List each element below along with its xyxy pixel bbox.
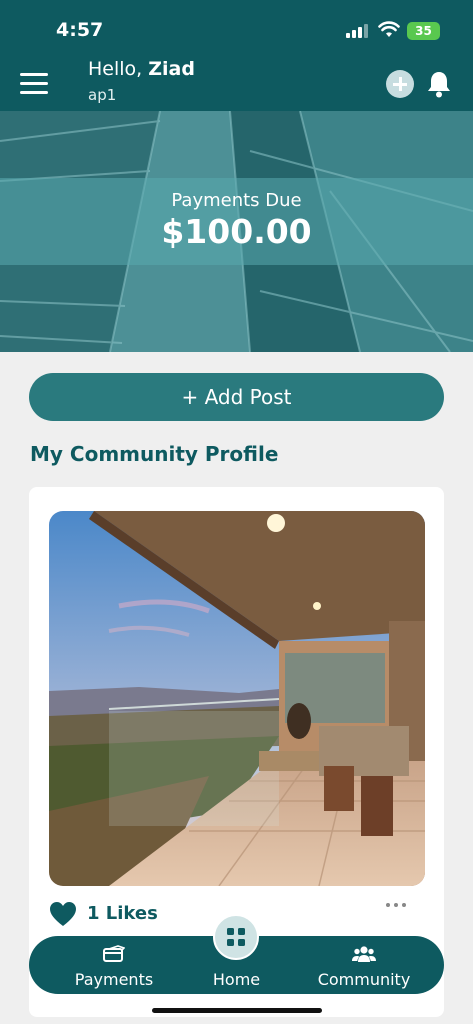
post-photo[interactable]: [49, 511, 425, 886]
payments-due-amount: $100.00: [161, 212, 312, 251]
likes-count: 1 Likes: [87, 903, 158, 924]
nav-label-payments: Payments: [74, 970, 154, 989]
section-title: My Community Profile: [30, 442, 279, 466]
payments-due-label: Payments Due: [171, 190, 302, 211]
hamburger-menu-icon[interactable]: [20, 71, 48, 95]
payments-icon: [103, 945, 125, 962]
status-bar: 4:57 35: [0, 0, 473, 60]
people-icon: [352, 946, 376, 962]
home-grid-icon[interactable]: [213, 914, 259, 960]
bell-icon[interactable]: [426, 70, 452, 98]
unit-subtitle: ap1: [88, 86, 117, 104]
status-time: 4:57: [56, 19, 104, 41]
add-circle-icon[interactable]: [386, 70, 414, 98]
greeting-prefix: Hello,: [88, 58, 149, 80]
app-header: 4:57 35 Hello, Ziad ap1: [0, 0, 473, 111]
battery-indicator: 35: [407, 22, 440, 40]
nav-label-home: Home: [212, 970, 261, 989]
nav-item-payments[interactable]: Payments: [59, 936, 169, 994]
payments-due-banner[interactable]: Payments Due $100.00: [0, 111, 473, 352]
balcony-photo-image: [49, 511, 425, 886]
cellular-signal-icon: [346, 24, 370, 38]
home-indicator: [152, 1008, 322, 1013]
greeting: Hello, Ziad: [88, 58, 195, 80]
nav-label-community: Community: [317, 970, 411, 989]
nav-item-community[interactable]: Community: [304, 936, 424, 994]
heart-icon[interactable]: [49, 901, 77, 927]
add-post-button[interactable]: + Add Post: [29, 373, 444, 421]
wifi-icon: [378, 21, 400, 37]
more-options-icon[interactable]: [386, 901, 408, 909]
user-name: Ziad: [148, 58, 195, 80]
payments-due-band: Payments Due $100.00: [0, 178, 473, 265]
